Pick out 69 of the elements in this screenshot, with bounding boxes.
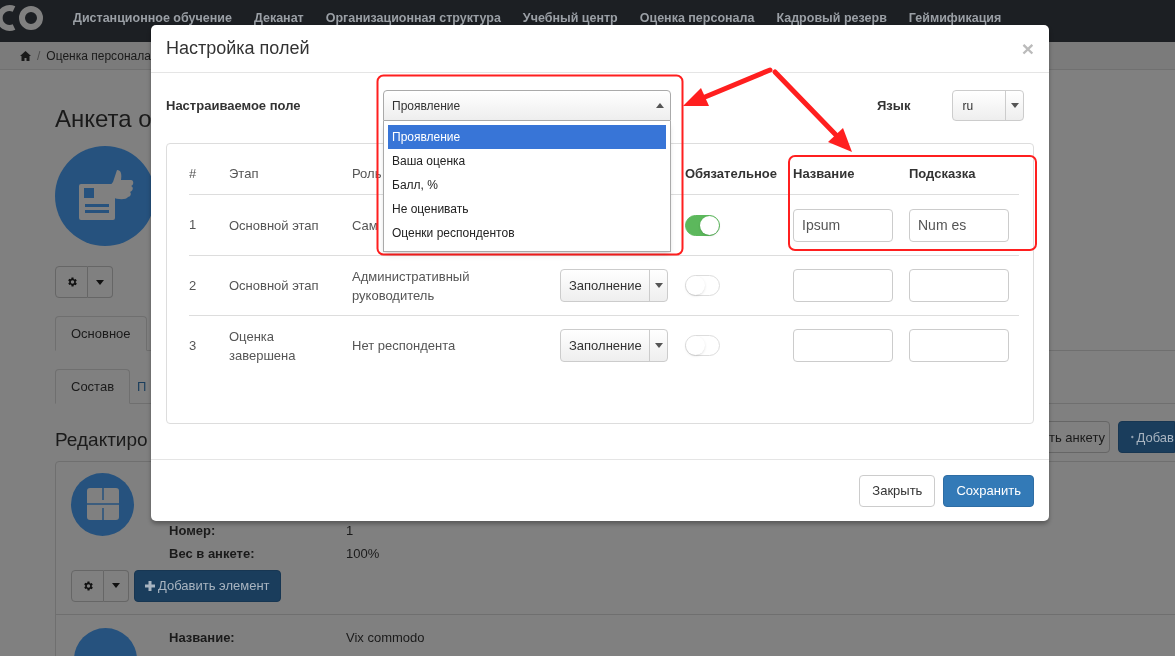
field-label: Название: [169, 628, 236, 647]
toggle-switch[interactable] [685, 214, 720, 236]
language-select[interactable]: ru [952, 90, 1025, 121]
field-value: 1 [346, 521, 354, 540]
name-input[interactable]: Ipsum [793, 208, 893, 242]
toolbar-button[interactable]: Добав [1118, 421, 1175, 454]
field-label: Вес в анкете: [169, 545, 256, 563]
nav-link[interactable]: Учебный центр [522, 9, 618, 28]
dropdown-option[interactable]: Ваша оценка [388, 149, 666, 173]
table-cell-text: Оценка завершена [229, 327, 297, 365]
settings-button[interactable] [55, 266, 88, 298]
table-cell-text: 2 [189, 276, 197, 295]
logo [0, 3, 43, 33]
dropdown-option[interactable]: Не оценивать [388, 197, 666, 221]
section-title: Редактиро [55, 428, 148, 452]
table-cell-text: Основной этап [229, 216, 319, 235]
tab[interactable]: Основное [55, 316, 147, 351]
caret-icon [112, 583, 120, 588]
table-cell-text: 1 [189, 216, 197, 235]
hint-input[interactable]: Num es [909, 208, 1009, 242]
modal-title: Настройка полей [166, 37, 310, 60]
dropdown-button[interactable] [88, 266, 113, 298]
hint-input[interactable] [909, 269, 1009, 302]
footer-button[interactable]: Сохранить [943, 474, 1034, 507]
field-value: Vix commodo [346, 628, 425, 647]
home-icon[interactable] [20, 50, 31, 61]
table-cell-text: Нет респондента [352, 337, 456, 355]
nav-link[interactable]: Оценка персонала [639, 9, 755, 28]
dropdown-option[interactable]: Балл, % [388, 173, 666, 197]
add-element-button[interactable]: Добавить элемент [134, 569, 281, 602]
mode-select[interactable]: Заполнение [560, 329, 668, 362]
caret-icon [654, 343, 663, 348]
field-select[interactable]: Проявление [383, 90, 671, 121]
hint-input[interactable] [909, 329, 1009, 362]
table-cell-text: Основной этап [229, 277, 319, 295]
column-header: Обязательное [685, 165, 777, 184]
breadcrumb-link[interactable]: Оценка персонала [46, 46, 151, 65]
field-label: Настраиваемое поле [166, 97, 302, 115]
footer-button[interactable]: Закрыть [859, 474, 936, 507]
column-header: Подсказка [909, 165, 976, 184]
name-input[interactable] [793, 329, 893, 362]
field-label: Номер: [169, 521, 217, 540]
gear-icon [81, 579, 94, 592]
dropdown-option[interactable]: Проявление [388, 125, 666, 149]
column-header: Название [793, 165, 855, 184]
name-input[interactable] [793, 269, 893, 302]
dropdown-button[interactable] [104, 569, 129, 602]
field-value: 100% [346, 545, 380, 563]
tab[interactable]: Состав [55, 369, 131, 404]
nav-link[interactable]: Деканат [253, 9, 304, 28]
settings-button[interactable] [71, 569, 104, 602]
caret-icon [96, 279, 104, 285]
field-label: Язык [877, 97, 911, 115]
gear-icon [65, 276, 78, 288]
table-cell-text: Административный руководитель [352, 267, 471, 305]
breadcrumb-separator: / [37, 47, 41, 65]
nav-link[interactable]: Организационная структура [325, 9, 501, 28]
nav-link[interactable]: Кадровый резерв [776, 9, 887, 28]
table-cell-text: 3 [189, 336, 197, 355]
caret-icon [654, 283, 663, 288]
caret-icon [656, 103, 664, 108]
caret-icon [1010, 103, 1019, 108]
page-title: Анкета о [55, 104, 152, 134]
column-header: Этап [229, 165, 259, 184]
dropdown-option[interactable]: Оценки респондентов [388, 221, 666, 245]
nav-link[interactable]: Дистанционное обучение [73, 9, 232, 28]
column-header: # [189, 165, 197, 184]
nav-link[interactable]: Геймификация [908, 9, 1002, 28]
mode-select[interactable]: Заполнение [560, 269, 668, 302]
